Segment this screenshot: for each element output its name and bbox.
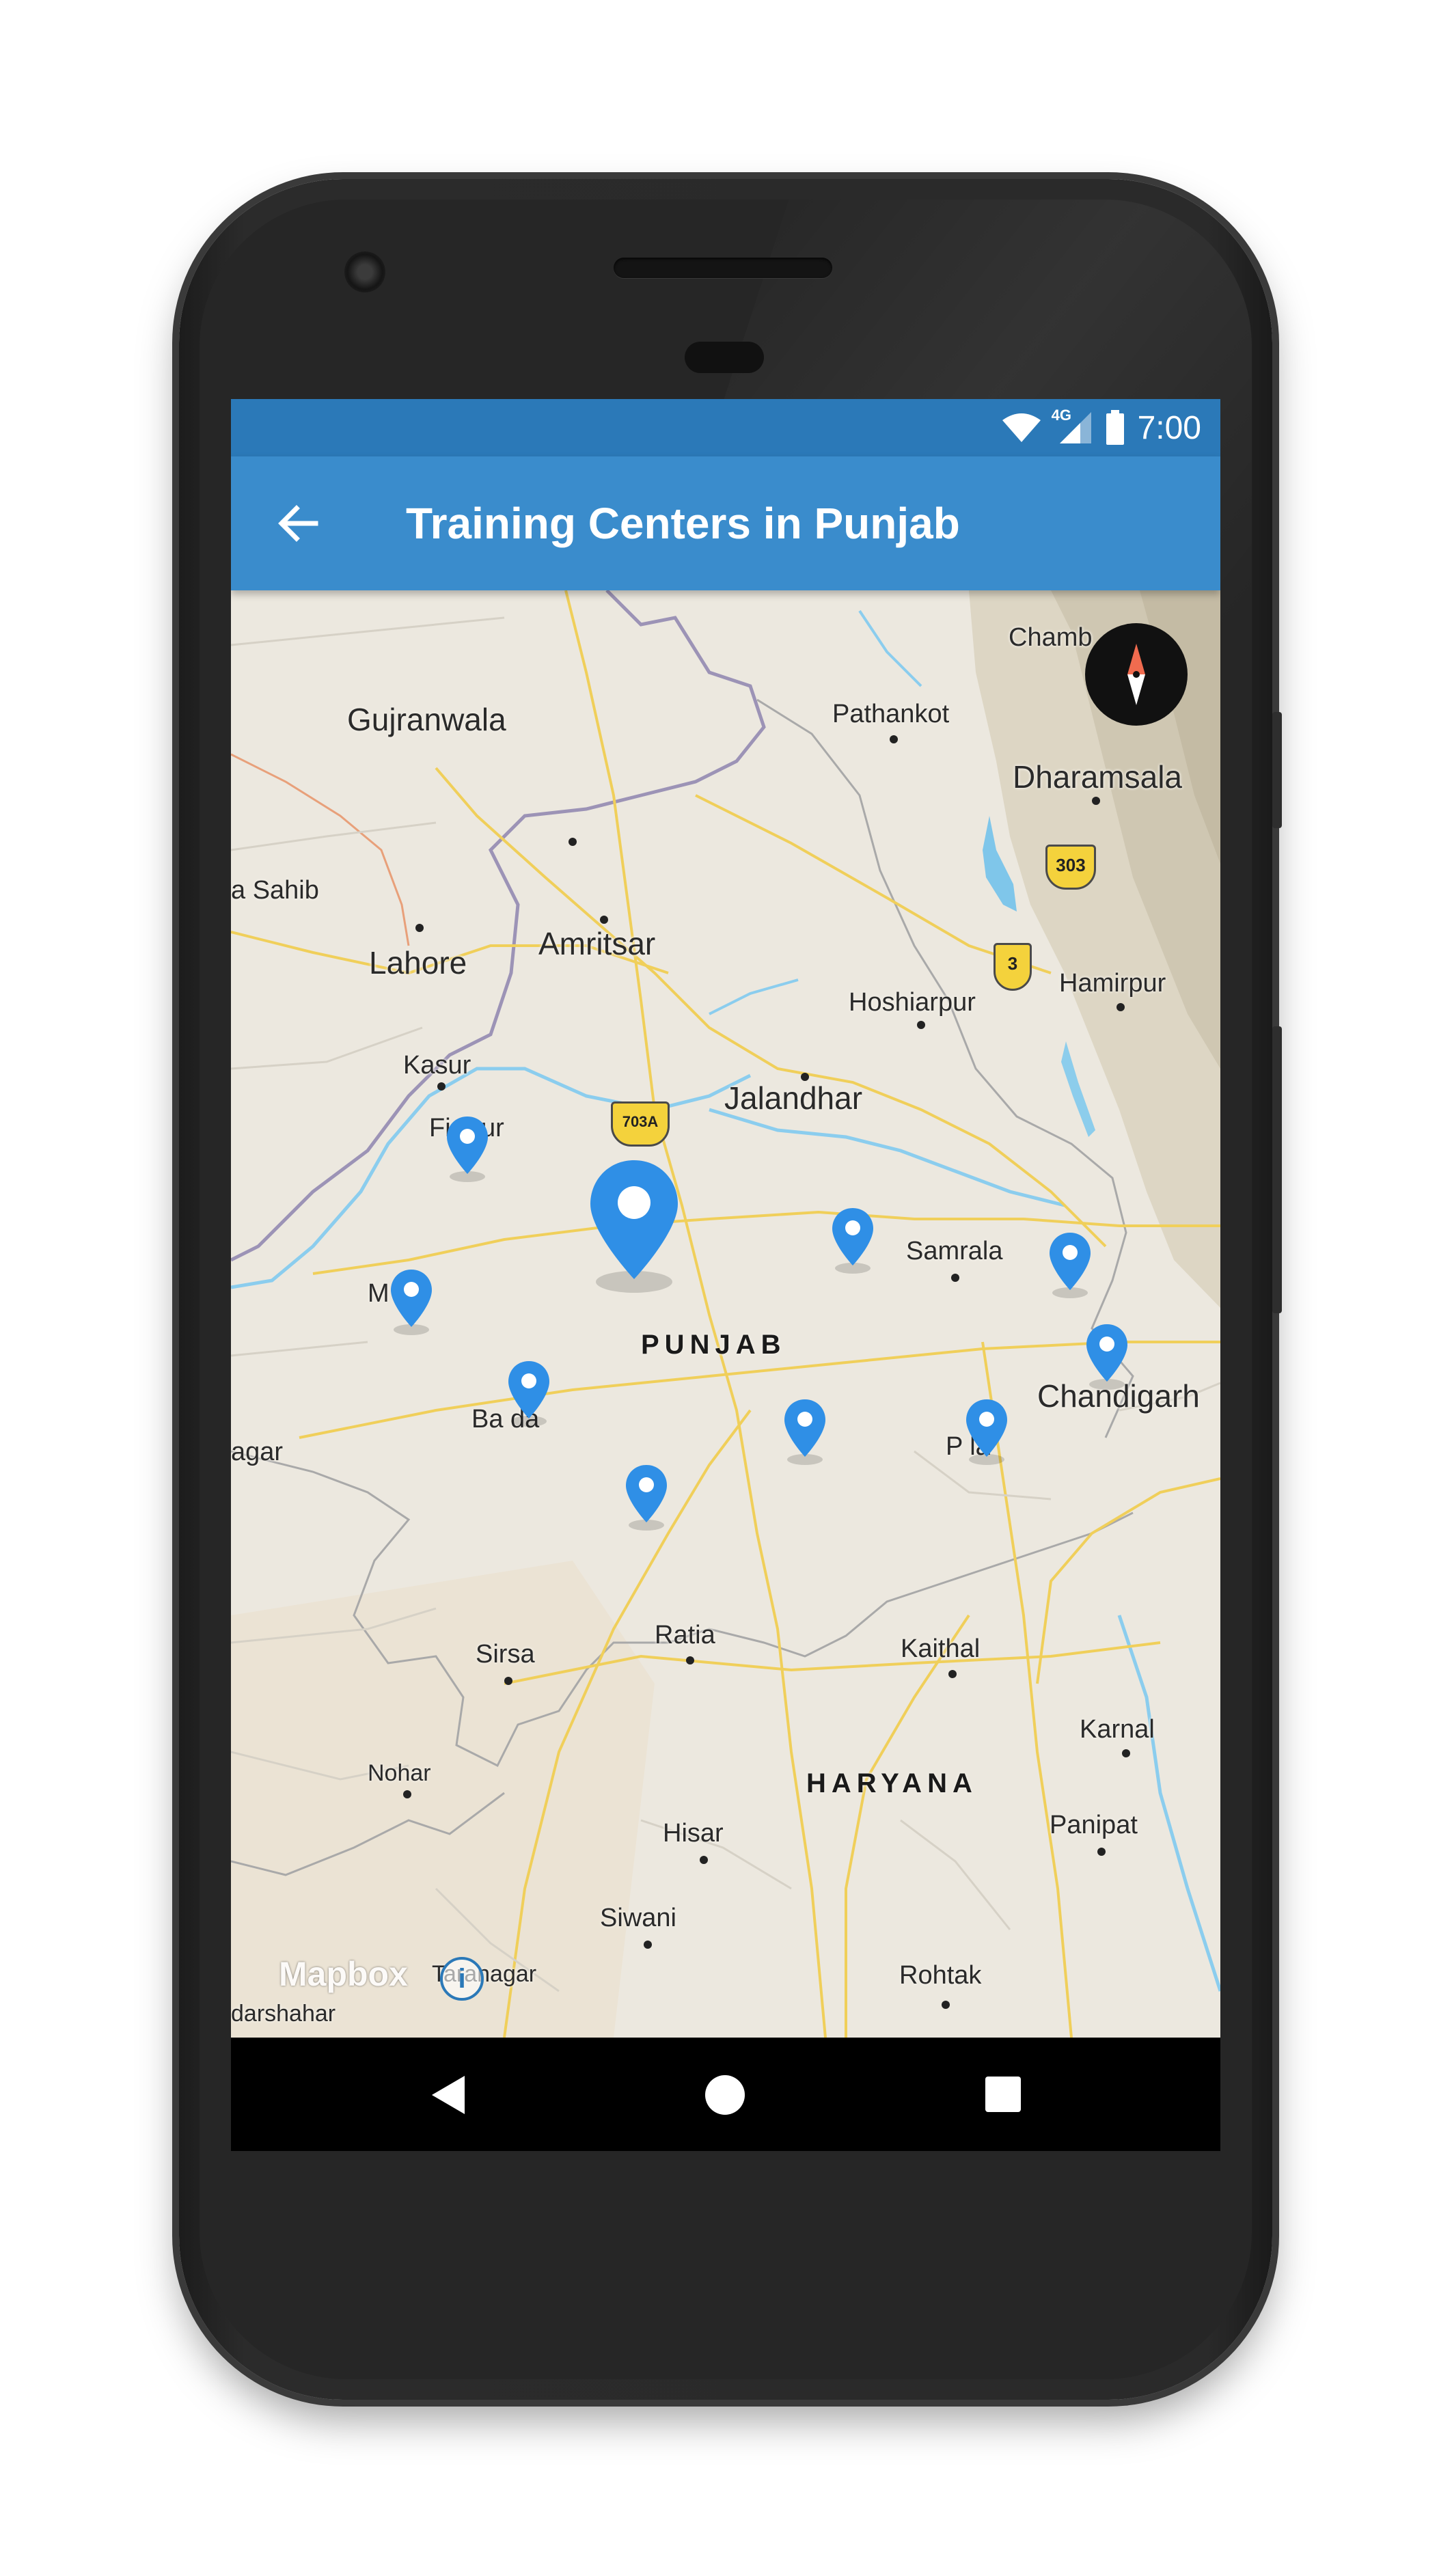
city-label-karnal: Karnal bbox=[1080, 1715, 1155, 1744]
city-dot bbox=[942, 2001, 950, 2009]
city-dot bbox=[951, 1274, 959, 1282]
status-bar: 4G 7:00 bbox=[231, 399, 1220, 456]
map-pin-icon[interactable] bbox=[387, 1267, 436, 1335]
city-label-samrala: Samrala bbox=[906, 1237, 1003, 1265]
city-dot bbox=[1092, 797, 1100, 805]
front-camera bbox=[344, 251, 385, 292]
volume-button bbox=[1272, 1026, 1282, 1313]
city-label-jalandhar: Jalandhar bbox=[724, 1080, 863, 1116]
device-mockup: 4G 7:00 Training Centers in Punjab Gujra… bbox=[0, 0, 1452, 2576]
city-label-kasur: Kasur bbox=[403, 1051, 471, 1080]
city-label-pathankot: Pathankot bbox=[832, 700, 950, 728]
state-label-haryana: HARYANA bbox=[806, 1768, 978, 1798]
city-label-sirsa: Sirsa bbox=[476, 1640, 535, 1669]
city-label-lahore: Lahore bbox=[369, 945, 467, 981]
city-dot bbox=[403, 1790, 411, 1798]
screen: 4G 7:00 Training Centers in Punjab Gujra… bbox=[231, 399, 1220, 2151]
city-dot bbox=[504, 1677, 512, 1685]
map-view[interactable]: Gujranwala a Sahib Lahore Amritsar Patha… bbox=[231, 590, 1220, 2038]
highway-shield-303: 303 bbox=[1045, 845, 1096, 890]
city-dot bbox=[644, 1941, 652, 1949]
city-dot bbox=[686, 1656, 694, 1664]
city-label-sahib: a Sahib bbox=[231, 876, 319, 905]
city-dot bbox=[1122, 1749, 1130, 1757]
highway-shield-703a: 703A bbox=[611, 1101, 670, 1147]
city-label-hoshiarpur: Hoshiarpur bbox=[849, 988, 976, 1017]
city-dot bbox=[437, 1082, 446, 1091]
map-pin-icon[interactable] bbox=[1045, 1230, 1095, 1298]
nav-back-icon[interactable] bbox=[429, 2073, 467, 2117]
city-label-nohar: Nohar bbox=[368, 1760, 431, 1786]
map-pin-icon[interactable] bbox=[504, 1358, 553, 1427]
map-pin-icon[interactable] bbox=[780, 1397, 830, 1465]
city-label-chamba: Chamb bbox=[1009, 623, 1093, 652]
city-dot bbox=[700, 1856, 708, 1864]
compass-icon[interactable] bbox=[1085, 623, 1188, 726]
city-dot bbox=[948, 1670, 957, 1678]
city-label-dharamsala: Dharamsala bbox=[1013, 759, 1182, 795]
attribution-info-button[interactable]: i bbox=[440, 1957, 484, 2001]
arrow-back-icon[interactable] bbox=[273, 499, 323, 548]
app-toolbar: Training Centers in Punjab bbox=[231, 456, 1220, 590]
city-label-ratia: Ratia bbox=[655, 1621, 715, 1649]
city-label-panipat: Panipat bbox=[1050, 1811, 1138, 1839]
map-pin-selected-icon[interactable] bbox=[584, 1156, 685, 1293]
nav-home-icon[interactable] bbox=[705, 2075, 745, 2115]
page-title: Training Centers in Punjab bbox=[406, 499, 960, 548]
earpiece-speaker bbox=[614, 258, 832, 278]
city-label-agar: agar bbox=[231, 1438, 284, 1466]
map-pin-icon[interactable] bbox=[962, 1397, 1011, 1465]
city-dot bbox=[917, 1021, 925, 1029]
city-dot bbox=[1117, 1003, 1125, 1011]
battery-icon bbox=[1106, 410, 1124, 445]
city-dot bbox=[1097, 1848, 1106, 1856]
city-label-amritsar: Amritsar bbox=[538, 926, 656, 961]
city-label-gujranwala: Gujranwala bbox=[347, 702, 506, 737]
city-label-hisar: Hisar bbox=[663, 1819, 724, 1848]
map-pin-icon[interactable] bbox=[622, 1462, 671, 1531]
nav-recents-icon[interactable] bbox=[985, 2077, 1021, 2112]
system-navigation-bar bbox=[231, 2038, 1220, 2151]
clock-time: 7:00 bbox=[1137, 409, 1201, 446]
city-dot bbox=[600, 916, 608, 924]
power-button bbox=[1272, 712, 1282, 828]
city-label-darshahar: darshahar bbox=[231, 2001, 336, 2027]
city-dot bbox=[890, 735, 898, 743]
city-label-hamirpur: Hamirpur bbox=[1059, 969, 1166, 998]
highway-shield-3: 3 bbox=[994, 943, 1032, 991]
proximity-sensor bbox=[685, 342, 764, 373]
map-pin-icon[interactable] bbox=[443, 1114, 492, 1182]
mapbox-logo: Mapbox bbox=[279, 1955, 408, 1993]
city-dot bbox=[415, 924, 424, 932]
map-pin-icon[interactable] bbox=[1082, 1321, 1132, 1390]
city-label-siwani: Siwani bbox=[600, 1904, 676, 1932]
cell-signal-icon: 4G bbox=[1052, 407, 1093, 445]
city-dot bbox=[569, 838, 577, 846]
city-label-rohtak: Rohtak bbox=[899, 1961, 982, 1990]
state-label-punjab: PUNJAB bbox=[641, 1330, 786, 1360]
map-pin-icon[interactable] bbox=[828, 1205, 877, 1274]
wifi-icon bbox=[1002, 413, 1041, 442]
city-label-kaithal: Kaithal bbox=[901, 1634, 981, 1663]
